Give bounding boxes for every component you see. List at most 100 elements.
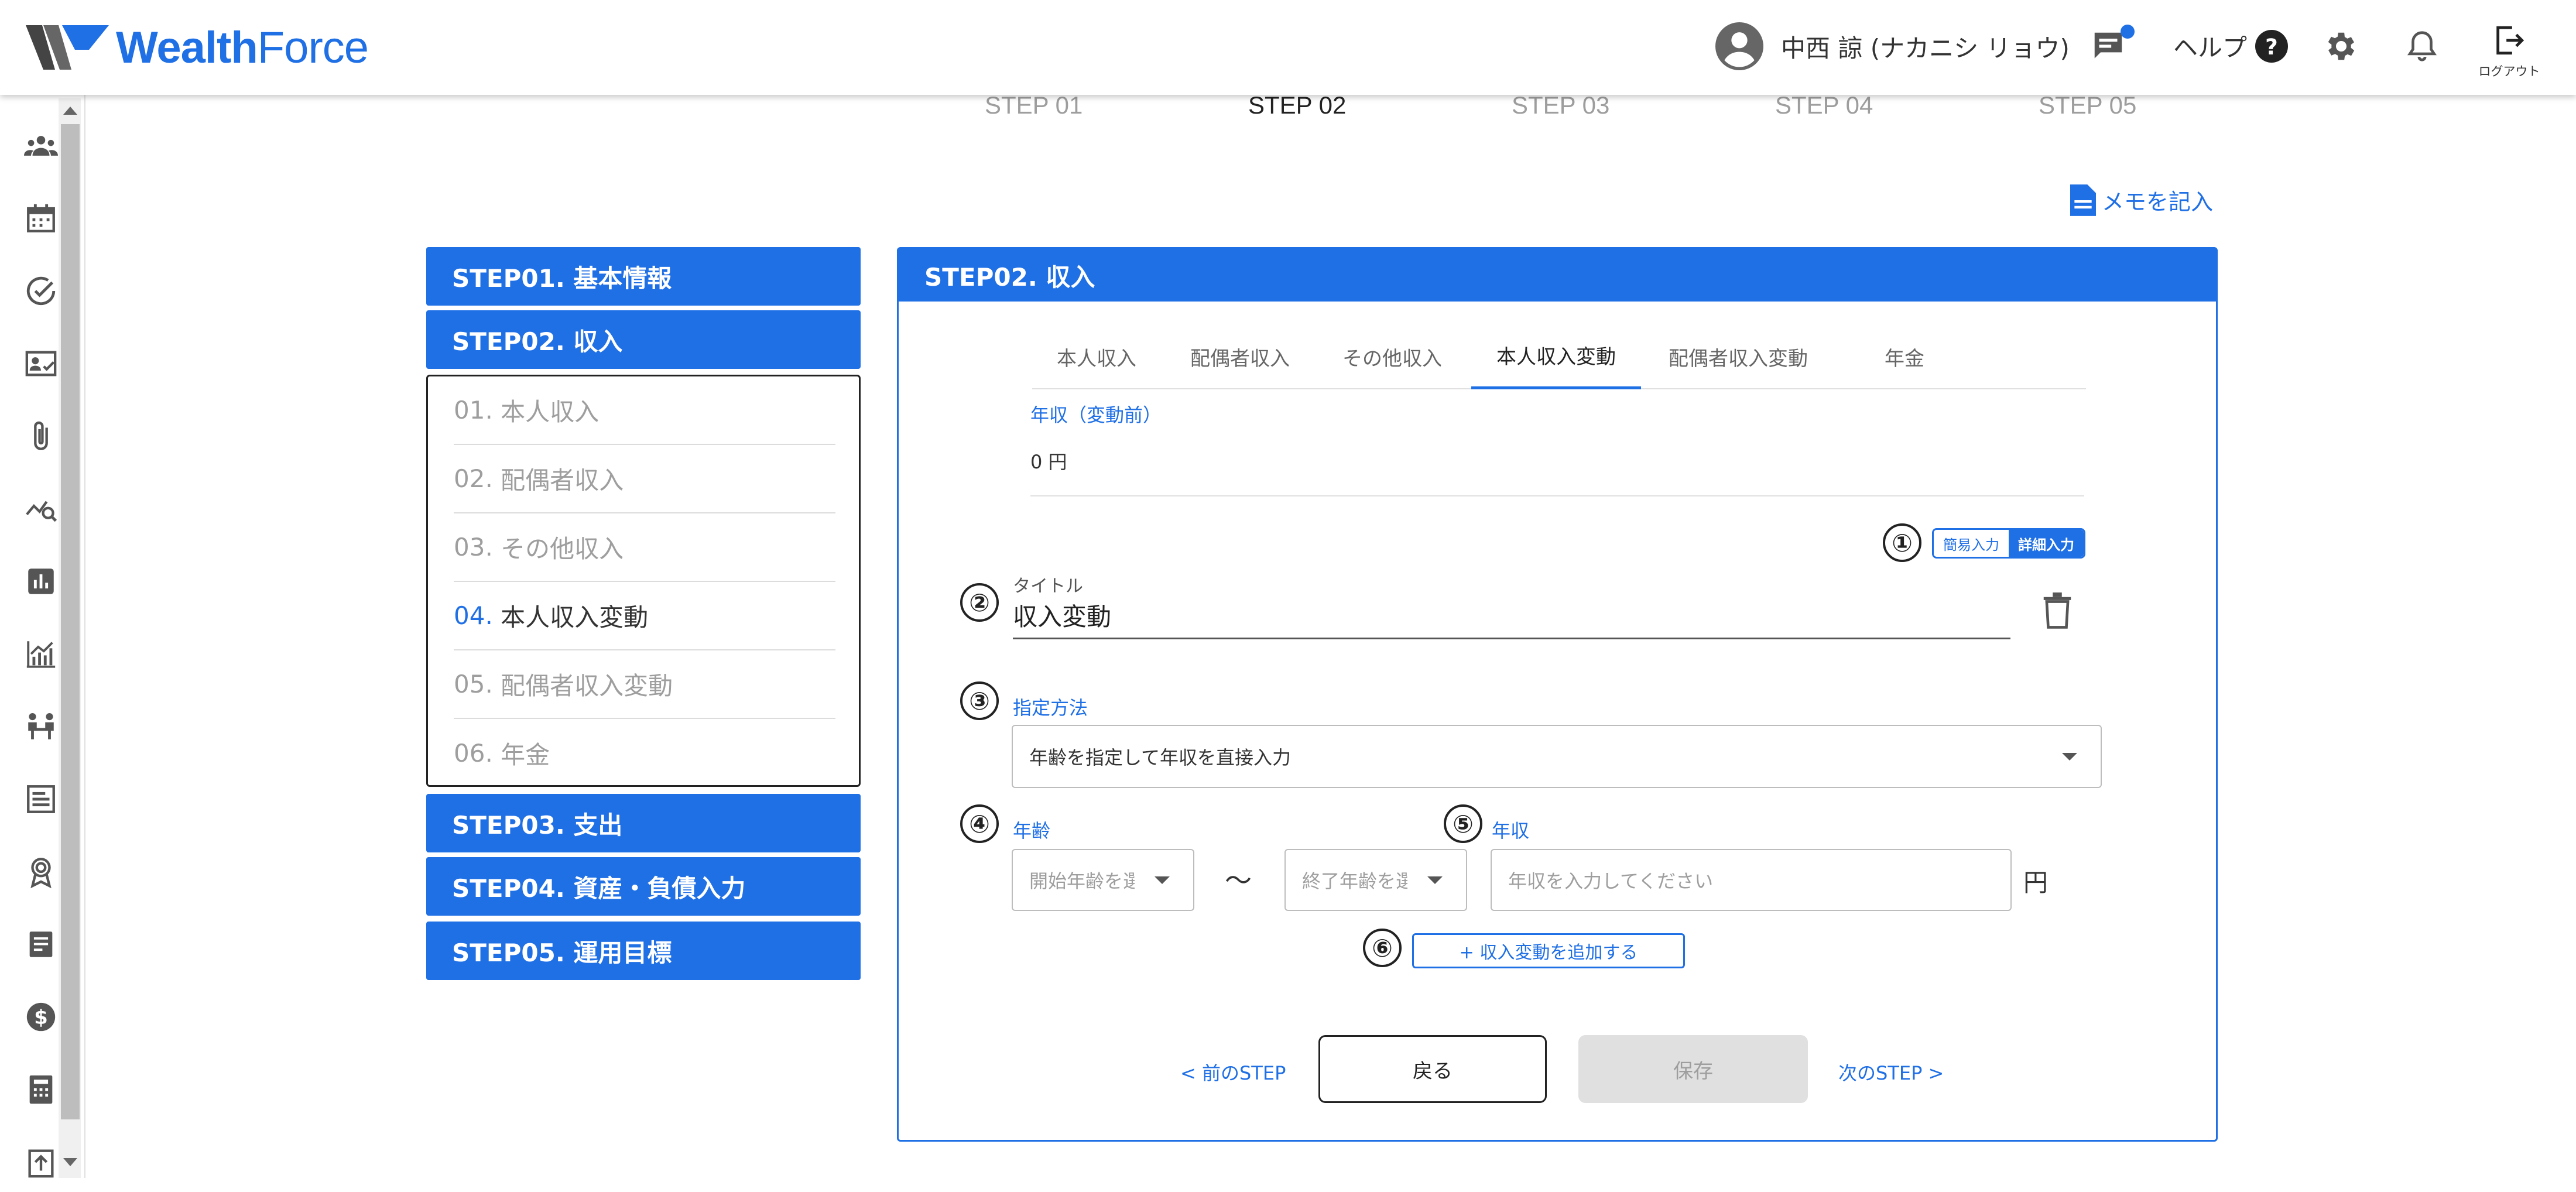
user-menu[interactable]: 中西 諒 (ナカニシ リョウ) <box>1715 22 2070 70</box>
sub-item-own-income[interactable]: 01. 本人収入 <box>454 376 835 445</box>
nav-step04-assets-liabilities[interactable]: STEP04. 資産・負債入力 <box>426 857 861 916</box>
income-label: 年収 <box>1492 820 1530 842</box>
stepper-step-01[interactable]: STEP 01 <box>985 91 1083 119</box>
tab-spouse-income[interactable]: 配偶者収入 <box>1167 324 1313 389</box>
check-circle-icon <box>26 276 56 306</box>
rail-tasks[interactable] <box>13 261 69 321</box>
contact-card-icon <box>25 351 57 376</box>
meeting-icon <box>28 713 54 739</box>
trash-icon <box>2043 592 2071 629</box>
article-icon <box>27 785 55 813</box>
bar-chart-icon <box>28 568 54 594</box>
logout-icon <box>2496 26 2524 55</box>
app-header: WealthForce 中西 諒 (ナカニシ リョウ) ヘルプ ? ログアウト <box>0 0 2576 95</box>
document-icon <box>29 931 53 957</box>
rail-awards[interactable] <box>13 842 69 902</box>
rail-upload[interactable] <box>13 1132 69 1192</box>
stepper-step-05[interactable]: STEP 05 <box>2039 91 2136 119</box>
rail-meetings[interactable] <box>13 697 69 756</box>
save-button[interactable]: 保存 <box>1578 1035 1808 1103</box>
award-icon <box>30 858 52 889</box>
end-age-placeholder: 終了年齢を選択 <box>1302 870 1407 892</box>
marker-4: ④ <box>960 804 999 843</box>
rail-calculator[interactable] <box>13 1060 69 1119</box>
method-label: 指定方法 <box>1013 697 1088 719</box>
title-field-label: タイトル <box>1013 576 1083 597</box>
help-circle-icon: ? <box>2255 29 2289 63</box>
svg-text:$: $ <box>34 1006 48 1029</box>
nav-step05-investment-goal[interactable]: STEP05. 運用目標 <box>426 922 861 980</box>
marker-6: ⑥ <box>1363 929 1402 967</box>
method-select-value: 年齢を指定して年収を直接入力 <box>1029 746 1292 769</box>
account-circle-icon <box>1715 22 1763 70</box>
chevron-down-icon <box>1155 876 1170 884</box>
rail-finance[interactable]: $ <box>13 987 69 1047</box>
upload-icon <box>28 1149 54 1178</box>
rail-contacts[interactable] <box>13 334 69 393</box>
method-select[interactable]: 年齢を指定して年収を直接入力 <box>1012 725 2102 788</box>
memo-button[interactable]: メモを記入 <box>2070 184 2213 216</box>
sub-item-spouse-income-change[interactable]: 05. 配偶者収入変動 <box>454 650 835 719</box>
stepper-step-03[interactable]: STEP 03 <box>1512 91 1609 119</box>
chevron-down-icon <box>2062 753 2077 761</box>
sub-item-spouse-income[interactable]: 02. 配偶者収入 <box>454 445 835 513</box>
sub-item-pension[interactable]: 06. 年金 <box>454 719 835 787</box>
marker-3: ③ <box>960 681 999 720</box>
paperclip-icon <box>34 421 48 450</box>
nav-step03-expenses[interactable]: STEP03. 支出 <box>426 794 861 852</box>
title-field-value[interactable]: 収入変動 <box>1013 597 1111 633</box>
rail-calendar[interactable] <box>13 189 69 248</box>
divider <box>1030 495 2084 496</box>
rail-trends[interactable] <box>13 624 69 684</box>
age-label: 年齢 <box>1013 820 1051 842</box>
input-mode-toggle[interactable]: 簡易入力 詳細入力 <box>1932 528 2085 559</box>
income-panel: STEP02. 収入 本人収入 配偶者収入 その他収入 本人収入変動 配偶者収入… <box>897 247 2218 1142</box>
stepper-step-04[interactable]: STEP 04 <box>1775 91 1873 119</box>
annual-before-label: 年収（変動前） <box>1030 404 1162 426</box>
rail-documents[interactable] <box>13 914 69 974</box>
next-step-link[interactable]: 次のSTEP > <box>1838 1059 1944 1085</box>
tab-pension[interactable]: 年金 <box>1840 324 1969 389</box>
prev-step-link[interactable]: < 前のSTEP <box>1180 1059 1286 1085</box>
rail-reports[interactable] <box>13 552 69 611</box>
start-age-select[interactable]: 開始年齢を選択 <box>1012 849 1194 911</box>
rail-customers[interactable] <box>13 116 69 176</box>
income-input[interactable]: 年収を入力してください <box>1491 849 2012 911</box>
back-button[interactable]: 戻る <box>1318 1035 1547 1103</box>
tab-own-income[interactable]: 本人収入 <box>1032 324 1161 389</box>
tab-own-income-change[interactable]: 本人収入変動 <box>1471 324 1641 389</box>
toggle-simple-input[interactable]: 簡易入力 <box>1934 530 2009 557</box>
settings-button[interactable] <box>2323 28 2359 67</box>
end-age-select[interactable]: 終了年齢を選択 <box>1284 849 1467 911</box>
calendar-icon <box>27 204 55 232</box>
dollar-icon: $ <box>26 1002 56 1032</box>
marker-1: ① <box>1883 523 1921 562</box>
tab-other-income[interactable]: その他収入 <box>1319 324 1465 389</box>
rail-analysis[interactable] <box>13 479 69 539</box>
sub-item-other-income[interactable]: 03. その他収入 <box>454 513 835 582</box>
toggle-detail-input[interactable]: 詳細入力 <box>2009 530 2084 557</box>
title-field[interactable]: タイトル 収入変動 <box>1013 568 2010 639</box>
chat-button[interactable] <box>2090 25 2135 67</box>
stepper-step-02[interactable]: STEP 02 <box>1248 91 1346 119</box>
sub-item-own-income-change[interactable]: 04. 本人収入変動 <box>454 582 835 650</box>
help-button[interactable]: ヘルプ ? <box>2173 28 2289 64</box>
note-icon <box>2070 184 2096 216</box>
line-chart-icon <box>26 641 56 668</box>
logout-button[interactable]: ログアウト <box>2474 23 2544 80</box>
wealthforce-logo[interactable]: WealthForce <box>26 22 369 73</box>
chevron-down-icon <box>1427 876 1443 884</box>
svg-text:?: ? <box>2265 34 2278 60</box>
rail-articles[interactable] <box>13 769 69 829</box>
delete-button[interactable] <box>2042 592 2073 631</box>
nav-step02-income[interactable]: STEP02. 収入 <box>426 310 861 369</box>
notifications-button[interactable] <box>2404 28 2440 67</box>
tab-spouse-income-change[interactable]: 配偶者収入変動 <box>1645 324 1832 389</box>
scroll-up-arrow-icon[interactable] <box>63 107 77 115</box>
range-separator: 〜 <box>1225 865 1252 896</box>
add-income-change-button[interactable]: + 収入変動を追加する <box>1412 933 1685 968</box>
income-tabs: 本人収入 配偶者収入 その他収入 本人収入変動 配偶者収入変動 年金 <box>1032 324 2086 389</box>
rail-attachments[interactable] <box>13 406 69 466</box>
logo-mark-icon <box>26 25 109 70</box>
nav-step01-basic-info[interactable]: STEP01. 基本情報 <box>426 247 861 306</box>
